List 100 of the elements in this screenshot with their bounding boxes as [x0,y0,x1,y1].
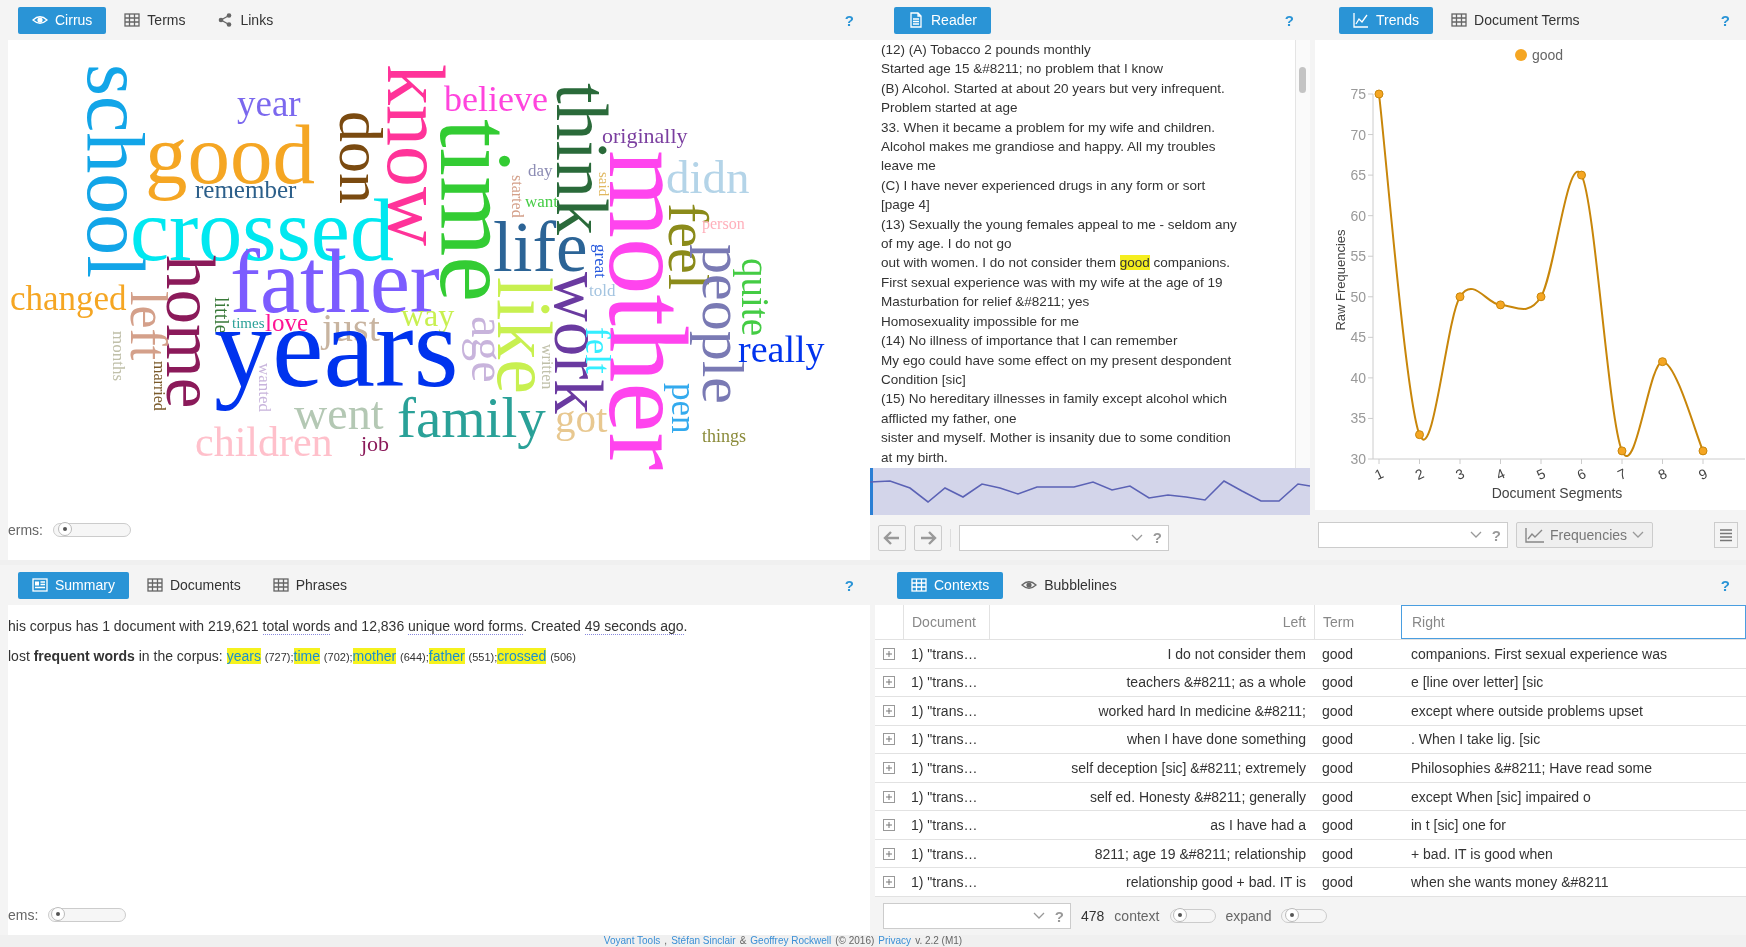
search-combo[interactable]: ? [1318,522,1508,548]
data-point[interactable] [1577,170,1586,180]
table-cell-text: 1) "trans… [910,845,979,862]
expand-icon[interactable] [883,790,895,803]
chart-legend[interactable]: good [1515,47,1564,63]
table-cell-text: good [1321,760,1355,776]
column-header[interactable]: Document [903,605,989,639]
table-cell-text: relationship good + bad. IT is [1125,874,1307,891]
help-icon[interactable]: ? [844,576,860,594]
frequencies-button[interactable]: Frequencies [1516,522,1654,548]
text-line: Masturbation for relief &#8211; yes [881,293,1091,312]
expand-icon[interactable] [883,733,895,746]
data-point[interactable] [1698,446,1708,456]
y-tick-label: 35 [1350,410,1367,427]
grid-icon [124,12,141,28]
caret-icon [1469,531,1482,539]
help-icon[interactable]: ? [1054,907,1064,925]
scrollbar[interactable] [1295,40,1310,468]
column-header[interactable]: Term [1314,605,1401,639]
table-cell-text: 1) "trans… [910,760,979,776]
expand-icon[interactable] [883,819,895,832]
footer-link[interactable]: Voyant Tools [603,935,661,947]
tab[interactable]: Phrases [258,571,362,599]
slider-thumb[interactable] [1284,908,1299,923]
menu-button[interactable] [1714,522,1738,548]
y-axis-title: Raw Frequencies [1333,229,1348,331]
table-cell-text: I do not consider them [1166,645,1307,662]
slider-track[interactable] [1169,909,1216,924]
slider-thumb[interactable] [57,522,72,536]
table-cell-text: except where outside problems upset [1410,702,1644,719]
tab[interactable]: Terms [110,6,200,34]
table-cell-text: good [1321,645,1355,662]
line-chart-icon [1525,527,1545,543]
tab[interactable]: Trends [1339,6,1434,34]
data-point[interactable] [1658,357,1667,367]
expand-icon[interactable] [883,676,895,689]
help-icon[interactable]: ? [1284,11,1300,29]
slider-track[interactable] [1281,909,1328,924]
help-icon[interactable]: ? [1152,529,1162,546]
text-line: (C) I have never experienced drugs in any form or sort [881,176,1207,195]
line-chart-icon [1353,12,1369,28]
x-tick-label: 7 [1615,465,1630,483]
slider-thumb[interactable] [51,907,66,921]
x-tick-label: 8 [1655,465,1670,483]
help-icon[interactable]: ? [1720,11,1736,29]
sparkline[interactable] [870,468,1310,515]
tab[interactable]: Bubblelines [1007,571,1131,599]
expand-icon[interactable] [883,762,895,774]
expand-icon[interactable] [883,847,895,860]
data-point[interactable] [1617,446,1627,456]
tab[interactable]: Reader [894,6,991,34]
column-header[interactable]: Right [1401,605,1746,639]
back-button[interactable] [878,524,906,551]
tab[interactable]: Cirrus [18,6,107,34]
help-icon[interactable]: ? [1491,526,1501,544]
data-point[interactable] [1415,430,1424,440]
text-line: sister and myself. Mother is insanity due to some condition [881,429,1232,448]
expand-icon[interactable] [883,647,895,660]
search-combo[interactable]: ? [959,524,1169,551]
column-header[interactable]: Left [989,605,1314,639]
tab[interactable]: Contexts [897,571,1004,599]
search-combo[interactable]: ? [883,903,1071,930]
table-cell-text: 1) "trans… [910,817,979,834]
footer-link[interactable]: Privacy [878,935,912,947]
tab[interactable]: Summary [18,571,129,599]
newspaper-icon [32,577,48,593]
tab[interactable]: Document Terms [1437,6,1594,34]
table-cell-text: when I have done something [1126,731,1307,748]
grid-icon [1451,12,1468,28]
expand-icon[interactable] [883,876,895,889]
slider-track[interactable] [53,523,131,537]
menu-icon [1720,528,1732,542]
data-point[interactable] [1455,292,1465,302]
footer-link[interactable]: Stéfan Sinclair [671,935,736,947]
data-point[interactable] [1374,89,1384,99]
help-icon[interactable]: ? [844,11,860,29]
right-arrow-icon [919,529,937,546]
help-icon[interactable]: ? [1720,576,1736,594]
y-tick-label: 65 [1350,167,1367,184]
text-line: out with women. I do not consider them good companions. [881,254,1231,273]
data-point[interactable] [1496,300,1505,310]
tab[interactable]: Documents [132,571,255,599]
table-cell-text: . When I take lig. [sic [1410,731,1542,748]
text-line: Homosexuality impossible for me [881,312,1081,331]
slider-label: erms: [8,522,43,538]
data-point[interactable] [1536,292,1546,302]
grid-icon [911,577,927,593]
forward-button[interactable] [914,524,942,551]
expand-icon[interactable] [883,704,895,717]
slider-label: expand [1225,908,1272,925]
tab[interactable]: Links [203,6,288,34]
slider-thumb[interactable] [1172,908,1187,923]
text-line: Problem started at age [881,99,1019,118]
table-cell-text: companions. First sexual experience was [1410,645,1668,662]
footer-link[interactable]: Geoffrey Rockwell [750,935,832,947]
slider-track[interactable] [48,908,127,922]
corpus-summary: his corpus has 1 document with 219,621 total words and 12,836 unique word forms. Created 49 seconds ago. [8,617,689,634]
y-tick-label: 50 [1350,288,1367,305]
table-cell-text: Philosophies &#8211; Have read some [1410,760,1653,776]
text-line: (13) Sexually the young females appeal to me - seldom any [881,215,1238,234]
